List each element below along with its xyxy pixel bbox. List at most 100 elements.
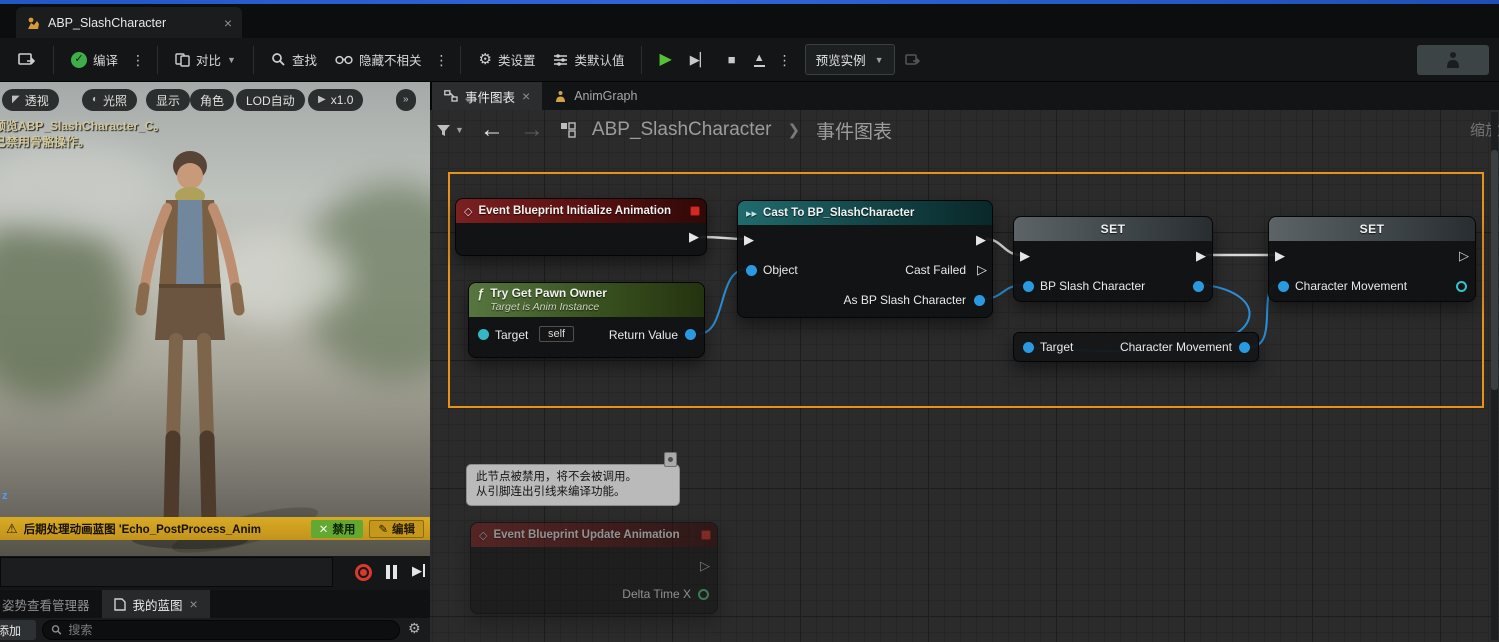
find-button[interactable]: 查找 bbox=[263, 44, 325, 75]
node-header: ◇ Event Blueprint Initialize Animation bbox=[456, 199, 706, 223]
tooltip-line1: 此节点被禁用，将不会被调用。 bbox=[476, 471, 637, 483]
exec-in-pin[interactable]: ▶ bbox=[744, 233, 754, 246]
node-subtitle: Target is Anim Instance bbox=[490, 301, 600, 313]
tab-animgraph[interactable]: AnimGraph bbox=[542, 82, 649, 110]
node-set-bp-slash-character[interactable]: SET ▶ ▶ BP Slash Character bbox=[1013, 216, 1213, 302]
event-icon: ◇ bbox=[479, 529, 488, 542]
gear-icon[interactable]: ⚙ bbox=[408, 621, 421, 635]
navigate-back-icon[interactable]: ← bbox=[480, 118, 504, 142]
delta-time-label: Delta Time X bbox=[622, 587, 691, 601]
viewport-menu-icon: ◤ bbox=[12, 94, 20, 105]
show-menu-button[interactable]: 显示 bbox=[146, 89, 191, 111]
axis-z-label: z bbox=[2, 490, 8, 502]
breadcrumb-root[interactable]: ABP_SlashCharacter bbox=[592, 119, 772, 141]
exec-out-pin[interactable]: ▷ bbox=[700, 559, 710, 572]
return-value-pin[interactable] bbox=[685, 329, 696, 340]
pose-watch-label: 姿势查看管理器 bbox=[2, 598, 90, 613]
node-cast-to-bp-slashcharacter[interactable]: ▸▸ Cast To BP_SlashCharacter ▶ ▶ Object … bbox=[737, 200, 993, 318]
search-icon bbox=[51, 625, 62, 635]
character-label: 角色 bbox=[200, 93, 225, 108]
delta-time-out-pin[interactable] bbox=[698, 589, 709, 600]
hide-unrelated-button[interactable]: 隐藏不相关 bbox=[327, 44, 430, 75]
hide-unrelated-options-icon[interactable]: ⋮ bbox=[431, 49, 451, 71]
record-icon[interactable] bbox=[355, 564, 372, 581]
play-icon: ▶ bbox=[659, 50, 672, 68]
cast-icon: ▸▸ bbox=[746, 207, 758, 220]
tab-my-blueprint[interactable]: 我的蓝图 × bbox=[101, 590, 210, 618]
exec-out-pin[interactable]: ▶ bbox=[689, 230, 699, 243]
target-in-pin[interactable] bbox=[478, 329, 489, 340]
document-tab[interactable]: ABP_SlashCharacter × bbox=[16, 7, 242, 38]
lod-auto-button[interactable]: LOD自动 bbox=[236, 89, 305, 111]
node-set-character-movement[interactable]: SET ▶ ▷ Character Movement bbox=[1268, 216, 1476, 302]
graph-vertical-scrollbar[interactable] bbox=[1491, 112, 1498, 640]
my-blueprint-toolbar: +添加 ⚙ bbox=[0, 618, 430, 642]
graph-hierarchy-icon[interactable] bbox=[560, 122, 576, 138]
node-event-blueprint-update-animation[interactable]: ◇ Event Blueprint Update Animation ▷ Del… bbox=[470, 522, 718, 614]
exec-in-pin[interactable]: ▶ bbox=[1020, 249, 1030, 262]
preview-3d-scene[interactable]: ◤ 透视 ◐ 光照 显示 角色 LOD自动 ▶ x1.0 » 预览ABP_SlashC… bbox=[0, 82, 430, 556]
playback-speed-button[interactable]: ▶ x1.0 bbox=[308, 89, 364, 111]
diff-button[interactable]: 对比 ▼ bbox=[167, 44, 244, 75]
edit-postprocess-button[interactable]: ✎ 编辑 bbox=[369, 519, 424, 538]
disable-postprocess-button[interactable]: ✕ 禁用 bbox=[310, 519, 364, 538]
document-tab-title: ABP_SlashCharacter bbox=[48, 15, 167, 30]
value-out-pin[interactable] bbox=[1456, 281, 1467, 292]
lod-label: LOD自动 bbox=[246, 93, 295, 108]
exec-in-pin[interactable]: ▶ bbox=[1275, 249, 1285, 262]
step-forward-button[interactable]: ▶▏ bbox=[682, 47, 718, 72]
preview-character bbox=[132, 151, 318, 553]
lit-mode-button[interactable]: ◐ 光照 bbox=[82, 89, 138, 111]
as-bp-slash-character-pin[interactable] bbox=[974, 295, 985, 306]
debug-object-button[interactable] bbox=[897, 47, 929, 73]
viewport-options-button[interactable]: ◤ 透视 bbox=[2, 89, 59, 111]
exec-out-pin[interactable]: ▷ bbox=[1459, 249, 1469, 262]
pin-icon[interactable] bbox=[664, 452, 677, 467]
compile-button[interactable]: ✓ 编译 bbox=[63, 44, 126, 75]
compile-options-icon[interactable]: ⋮ bbox=[128, 49, 148, 71]
eject-icon: ▲ bbox=[753, 52, 765, 67]
self-value-field[interactable]: self bbox=[539, 326, 575, 342]
browse-asset-button[interactable] bbox=[10, 46, 44, 74]
character-movement-in-pin[interactable] bbox=[1278, 281, 1289, 292]
scrollbar-thumb[interactable] bbox=[1491, 150, 1498, 390]
play-options-icon[interactable]: ⋮ bbox=[775, 49, 795, 71]
class-defaults-button[interactable]: 类默认值 bbox=[545, 44, 632, 75]
node-get-character-movement[interactable]: Target Character Movement bbox=[1013, 332, 1259, 362]
notify-filter-input[interactable] bbox=[0, 557, 333, 587]
cast-failed-exec-pin[interactable]: ▷ bbox=[977, 263, 987, 276]
tab-event-graph[interactable]: 事件图表 × bbox=[432, 82, 543, 110]
close-icon[interactable]: × bbox=[190, 597, 198, 611]
preview-instance-dropdown[interactable]: 预览实例 ▼ bbox=[804, 44, 895, 75]
close-icon[interactable]: × bbox=[224, 16, 232, 30]
stop-button[interactable]: ■ bbox=[720, 47, 744, 72]
tab-pose-watch-manager[interactable]: 姿势查看管理器 bbox=[0, 590, 102, 618]
bp-slash-character-in-pin[interactable] bbox=[1023, 281, 1034, 292]
pill-overflow-button[interactable]: » bbox=[396, 89, 416, 111]
character-movement-out-pin[interactable] bbox=[1239, 342, 1250, 353]
object-in-pin[interactable] bbox=[746, 265, 757, 276]
step-icon[interactable]: ▶ bbox=[412, 564, 425, 577]
class-settings-button[interactable]: ⚙ 类设置 bbox=[470, 44, 543, 75]
target-in-pin[interactable] bbox=[1023, 342, 1034, 353]
value-out-pin[interactable] bbox=[1193, 281, 1204, 292]
blueprint-search-input[interactable] bbox=[68, 623, 391, 637]
character-menu-button[interactable]: 角色 bbox=[190, 89, 235, 111]
breadcrumb-current[interactable]: 事件图表 bbox=[816, 117, 892, 144]
exec-out-pin[interactable]: ▶ bbox=[976, 233, 986, 246]
navigate-forward-icon[interactable]: → bbox=[520, 118, 544, 142]
eject-button[interactable]: ▲ bbox=[746, 47, 773, 73]
add-button[interactable]: +添加 bbox=[0, 620, 36, 640]
blueprint-search-box[interactable] bbox=[42, 620, 400, 640]
browse-asset-icon bbox=[18, 52, 36, 65]
filter-button[interactable]: ▼ bbox=[436, 124, 464, 137]
exec-out-pin[interactable]: ▶ bbox=[1196, 249, 1206, 262]
as-bp-slash-character-label: As BP Slash Character bbox=[843, 293, 966, 307]
pause-icon[interactable] bbox=[386, 565, 397, 579]
close-icon[interactable]: × bbox=[522, 89, 530, 103]
play-button[interactable]: ▶ bbox=[651, 46, 679, 74]
node-event-blueprint-initialize-animation[interactable]: ◇ Event Blueprint Initialize Animation ▶ bbox=[455, 198, 707, 256]
titlebar: ABP_SlashCharacter × bbox=[0, 0, 1499, 38]
node-try-get-pawn-owner[interactable]: ƒ Try Get Pawn Owner Target is Anim Inst… bbox=[468, 282, 705, 358]
persona-mode-button[interactable] bbox=[1417, 44, 1489, 75]
